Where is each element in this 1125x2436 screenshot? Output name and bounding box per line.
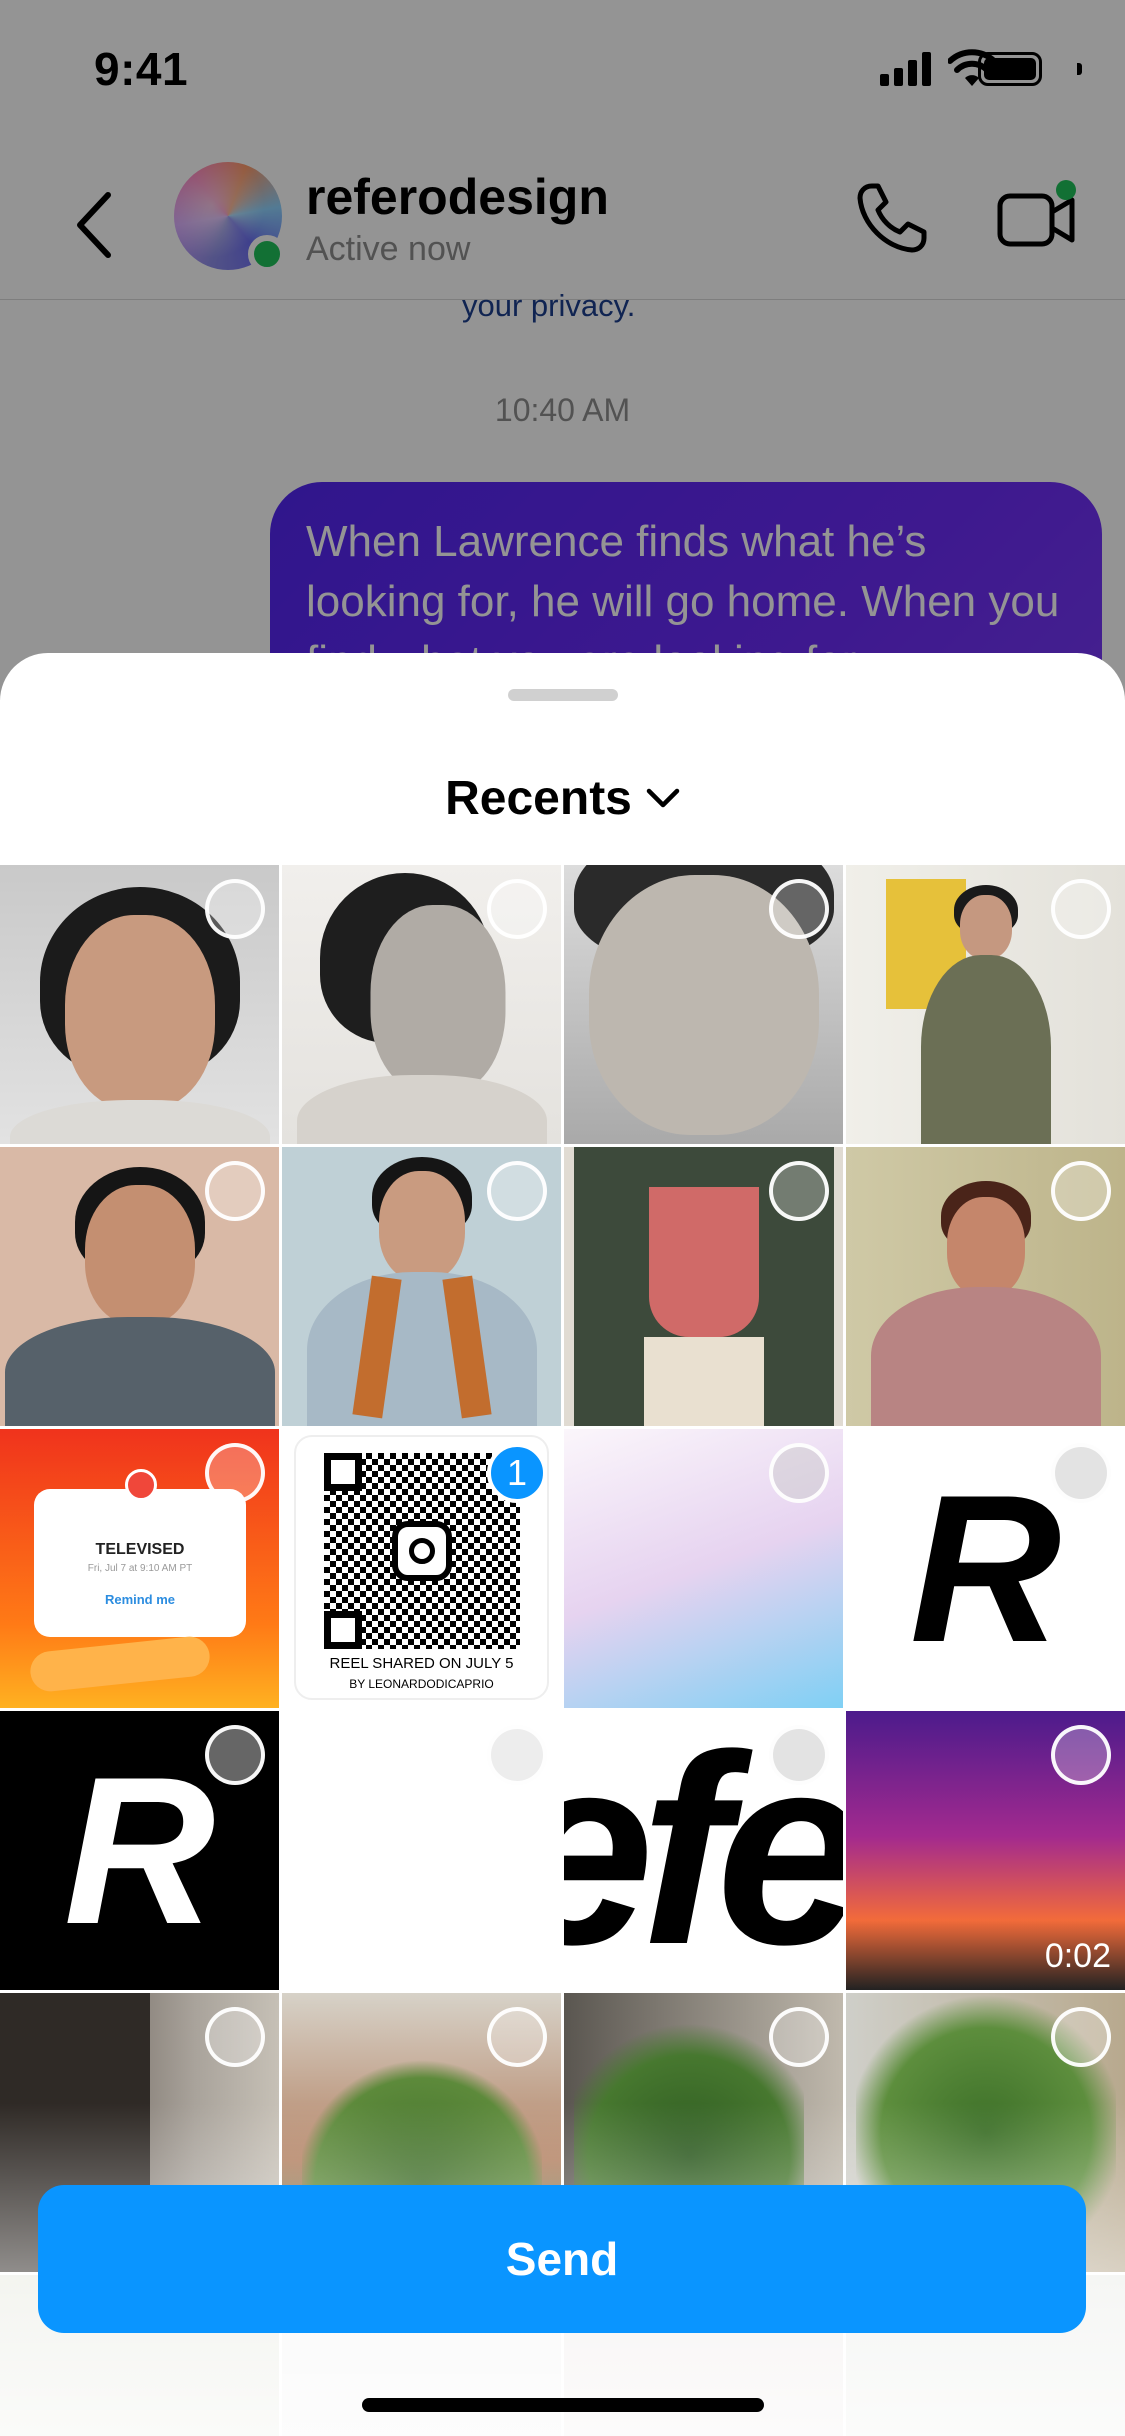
select-circle[interactable] <box>487 1725 547 1785</box>
photo-thumbnail[interactable] <box>564 1147 843 1426</box>
backdrop-dim-overlay[interactable] <box>0 0 1125 700</box>
story-date: Fri, Jul 7 at 9:10 AM PT <box>87 1563 193 1574</box>
send-button[interactable]: Send <box>38 2185 1086 2333</box>
instagram-logo-icon <box>392 1521 452 1581</box>
qr-caption-line-1: REEL SHARED ON JULY 5 <box>329 1655 514 1672</box>
photo-thumbnail[interactable] <box>846 1147 1125 1426</box>
select-circle[interactable] <box>205 1443 265 1503</box>
photo-thumbnail[interactable] <box>282 1147 561 1426</box>
story-screenshot-thumbnail[interactable]: TELEVISED Fri, Jul 7 at 9:10 AM PT Remin… <box>0 1429 279 1708</box>
photo-thumbnail[interactable] <box>282 865 561 1144</box>
select-circle[interactable] <box>1051 1725 1111 1785</box>
story-remind-button: Remind me <box>104 1592 176 1607</box>
app-root: 9:41 referodesign Active now your privac… <box>0 0 1125 2436</box>
video-duration: 0:02 <box>1044 1937 1111 1975</box>
media-picker-sheet: Recents TELEVISED Fri, Jul 7 at 9:10 AM … <box>0 653 1125 2436</box>
select-circle[interactable] <box>205 2007 265 2067</box>
gradient-image-thumbnail[interactable] <box>564 1429 843 1708</box>
logo-thumbnail[interactable]: R <box>846 1429 1125 1708</box>
select-circle[interactable] <box>769 879 829 939</box>
album-selector[interactable]: Recents <box>0 763 1125 833</box>
select-circle[interactable] <box>1051 1443 1111 1503</box>
select-circle[interactable] <box>205 879 265 939</box>
select-circle[interactable] <box>1051 1161 1111 1221</box>
blank-image-thumbnail[interactable] <box>282 1711 561 1990</box>
select-circle[interactable] <box>769 1725 829 1785</box>
photo-thumbnail[interactable] <box>0 865 279 1144</box>
photo-thumbnail[interactable] <box>0 1147 279 1426</box>
photo-thumbnail[interactable] <box>564 865 843 1144</box>
select-circle[interactable] <box>769 2007 829 2067</box>
select-circle[interactable] <box>205 1725 265 1785</box>
home-indicator <box>362 2398 764 2412</box>
select-circle[interactable] <box>205 1161 265 1221</box>
story-title: TELEVISED <box>95 1541 185 1558</box>
video-thumbnail[interactable]: 0:02 <box>846 1711 1125 1990</box>
selected-badge[interactable]: 1 <box>487 1443 547 1503</box>
select-circle[interactable] <box>487 1161 547 1221</box>
wordmark-thumbnail[interactable]: efe <box>564 1711 843 1990</box>
chevron-down-icon <box>646 788 680 808</box>
photo-thumbnail[interactable] <box>846 865 1125 1144</box>
sheet-grabber[interactable] <box>508 689 618 701</box>
select-circle[interactable] <box>769 1161 829 1221</box>
qr-code-thumbnail[interactable]: REEL SHARED ON JULY 5 BY LEONARDODICAPRI… <box>282 1429 561 1708</box>
album-title: Recents <box>445 771 632 825</box>
select-circle[interactable] <box>487 2007 547 2067</box>
select-circle[interactable] <box>487 879 547 939</box>
qr-caption-line-2: BY LEONARDODICAPRIO <box>349 1677 494 1691</box>
select-circle[interactable] <box>1051 879 1111 939</box>
logo-thumbnail[interactable]: R <box>0 1711 279 1990</box>
select-circle[interactable] <box>769 1443 829 1503</box>
select-circle[interactable] <box>1051 2007 1111 2067</box>
